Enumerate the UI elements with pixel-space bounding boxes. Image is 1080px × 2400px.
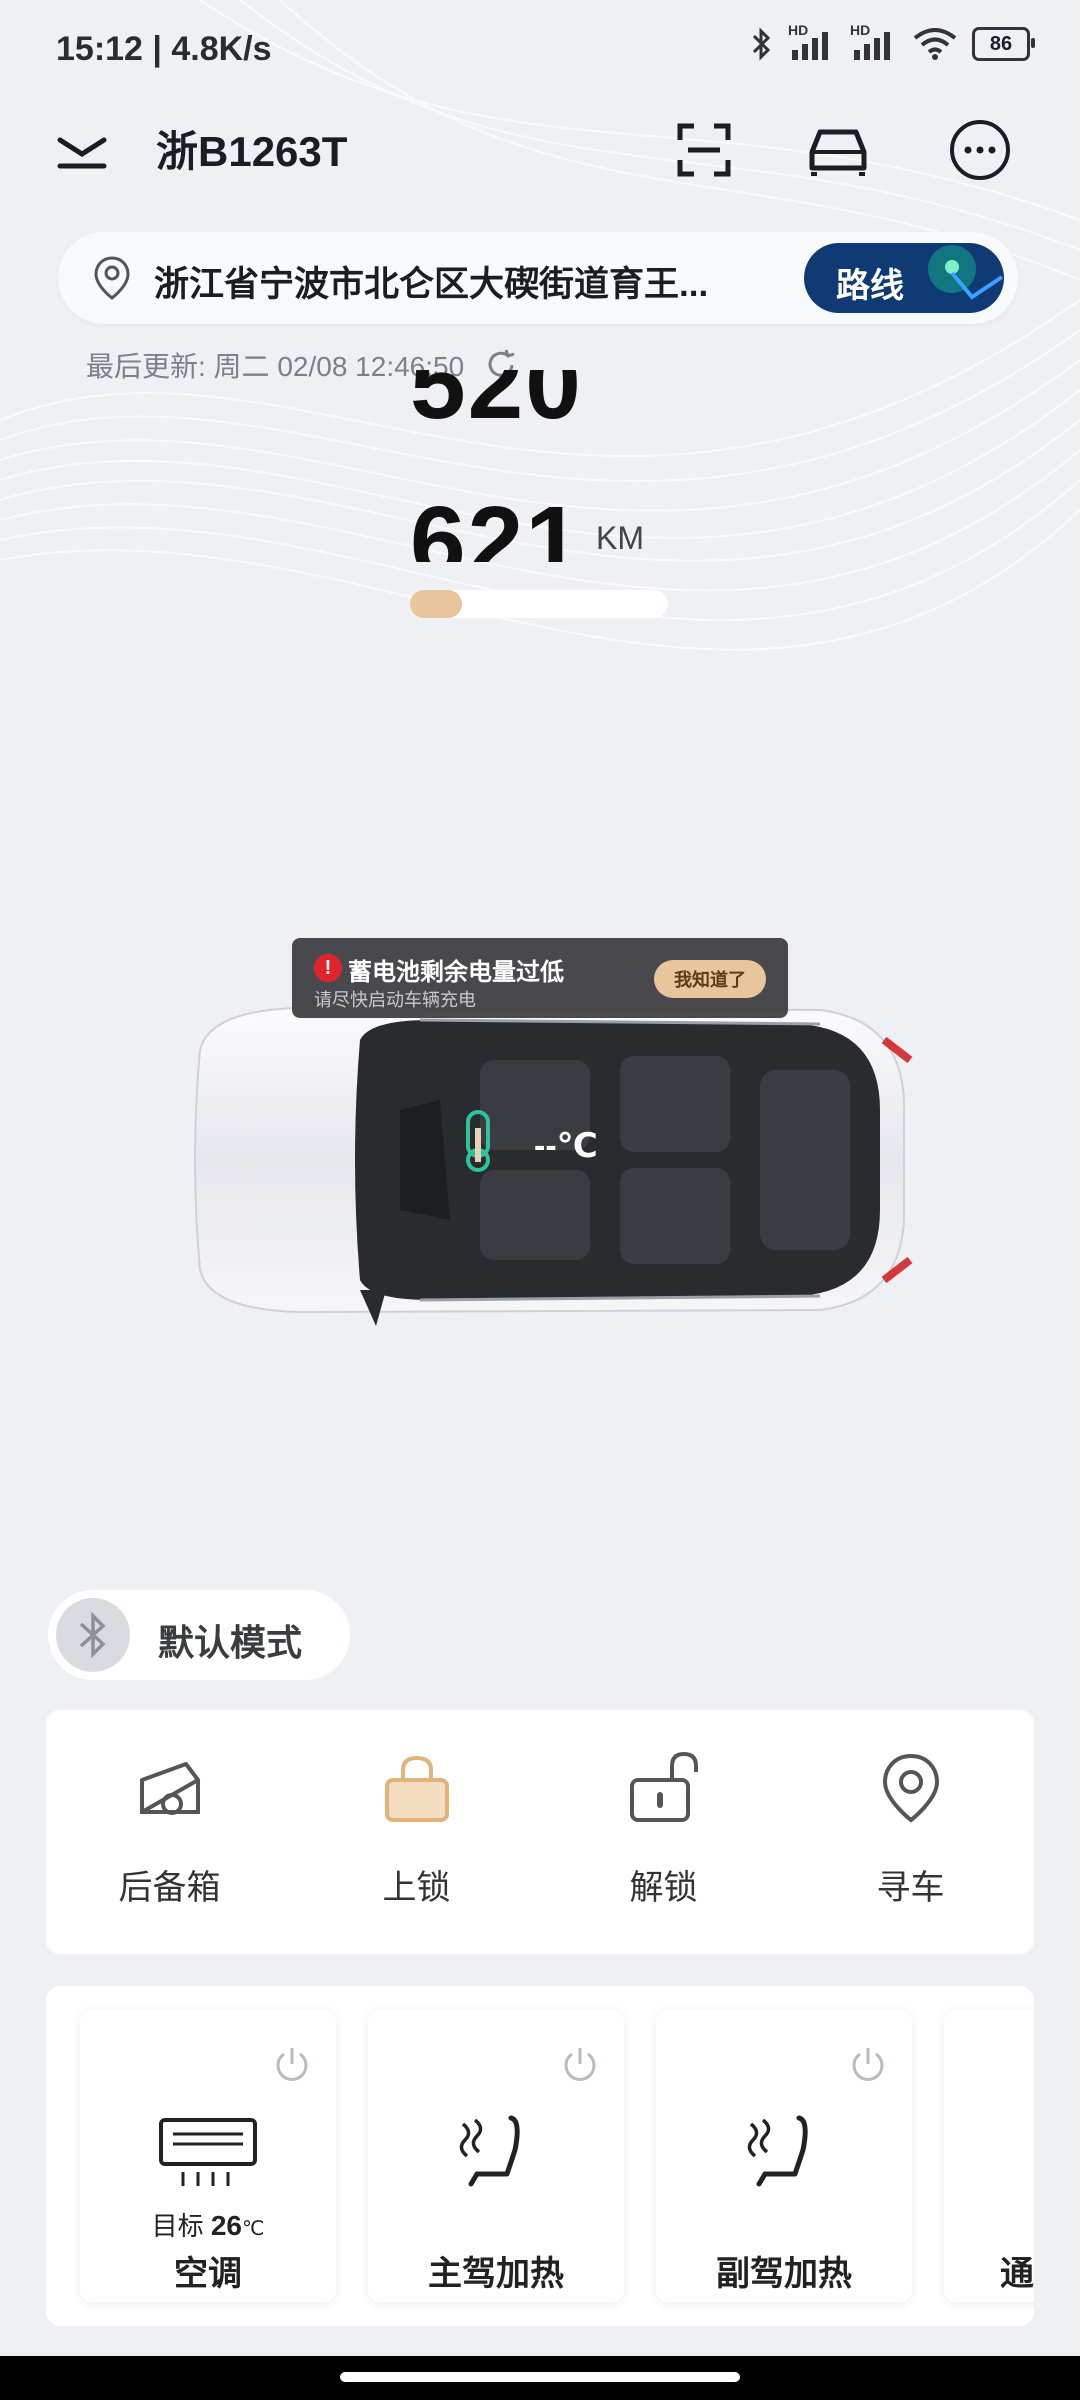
vehicle-button[interactable] [800,112,876,188]
mode-toggle[interactable]: 默认模式 [48,1590,350,1680]
power-icon[interactable] [848,2044,888,2084]
route-map-icon [928,245,1004,300]
alert-subtitle: 请尽快启动车辆充电 [314,990,476,1010]
seat-heat-icon [747,2115,808,2187]
seat-vent-label: 通 [1000,2255,1034,2293]
signal-icon: HD [788,22,836,62]
lock-button[interactable]: 上锁 [293,1710,540,1954]
lock-icon [384,1755,449,1822]
quick-actions-panel: 后备箱 上锁 解锁 寻车 [46,1710,1034,1954]
scan-icon [677,123,731,177]
ac-card[interactable]: 目标 26℃ 空调 [80,2010,336,2302]
location-pin-icon [94,256,130,300]
alert-title: 蓄电池剩余电量过低 [348,959,564,986]
home-indicator[interactable] [340,2372,740,2382]
range-unit: KM [596,520,644,556]
air-conditioner-icon [159,2118,257,2186]
range-main-number: 621 [410,492,583,562]
range-progress-bar [410,590,668,618]
seat-vent-card[interactable]: 通 [944,2010,1034,2302]
signal-icon-2: HD [850,22,898,62]
alert-dismiss-button[interactable]: 我知道了 [654,960,766,998]
route-label: 路线 [836,267,904,305]
low-battery-alert: ! 蓄电池剩余电量过低 请尽快启动车辆充电 我知道了 [292,938,788,1018]
bluetooth-mode-icon [56,1598,130,1672]
mode-label: 默认模式 [158,1622,303,1663]
trunk-icon [139,1762,200,1815]
unlock-button[interactable]: 解锁 [540,1710,787,1954]
ac-target-value: 26 [210,2210,242,2241]
range-top-value: 520 [410,370,583,440]
driver-seat-heat-card[interactable]: 主驾加热 [368,2010,624,2302]
locate-car-icon [882,1753,939,1823]
passenger-seat-heat-label: 副驾加热 [716,2255,852,2293]
route-button[interactable]: 路线 [804,243,1004,313]
status-icons: HD HD 86 [750,22,1035,62]
collapse-icon [57,137,107,169]
range-main-value: 621 [410,492,583,562]
ac-target: 目标 26℃ [80,2206,336,2243]
license-plate: 浙B1263T [156,128,348,175]
last-updated-text: 最后更新: 周二 02/08 12:46:50 [86,351,465,382]
wifi-icon [913,28,957,60]
status-time: 15:12 | 4.8K/s [56,30,272,68]
trunk-button[interactable]: 后备箱 [46,1710,293,1954]
app-header: 浙B1263T [0,100,1080,200]
navigation-bar [0,2356,1080,2400]
climate-cards-panel: 目标 26℃ 空调 主驾加热 副驾加热 通 [46,1986,1034,2326]
seat-heat-icon [459,2115,520,2187]
collapse-button[interactable] [52,120,112,180]
scan-button[interactable] [666,112,742,188]
range-top-number: 520 [410,370,583,456]
bluetooth-icon [752,27,771,61]
ac-label: 空调 [174,2255,242,2293]
network-type-1: HD [788,22,809,38]
network-type-2: HD [850,22,871,38]
locate-car-button[interactable]: 寻车 [787,1710,1034,1954]
range-progress-fill [410,590,462,618]
power-icon[interactable] [560,2044,600,2084]
battery-icon: 86 [972,27,1035,61]
ac-target-prefix: 目标 [151,2211,204,2241]
lock-label: 上锁 [382,1869,451,1907]
alert-icon: ! [314,954,342,982]
unlock-label: 解锁 [629,1869,698,1907]
ac-target-unit: ℃ [241,2218,265,2240]
car-icon [809,129,867,176]
power-icon[interactable] [272,2044,312,2084]
address-text: 浙江省宁波市北仑区大碶街道育王... [154,265,709,304]
more-button[interactable] [942,112,1018,188]
status-bar: 15:12 | 4.8K/s HD HD 86 [0,0,1080,100]
location-bar[interactable]: 浙江省宁波市北仑区大碶街道育王... 路线 [58,232,1018,324]
driver-seat-heat-label: 主驾加热 [428,2255,564,2293]
locate-car-label: 寻车 [876,1869,945,1907]
unlock-icon [629,1751,698,1822]
passenger-seat-heat-card[interactable]: 副驾加热 [656,2010,912,2302]
cabin-temperature: --℃ [534,1127,598,1165]
more-icon [950,120,1010,180]
trunk-label: 后备箱 [118,1869,221,1907]
